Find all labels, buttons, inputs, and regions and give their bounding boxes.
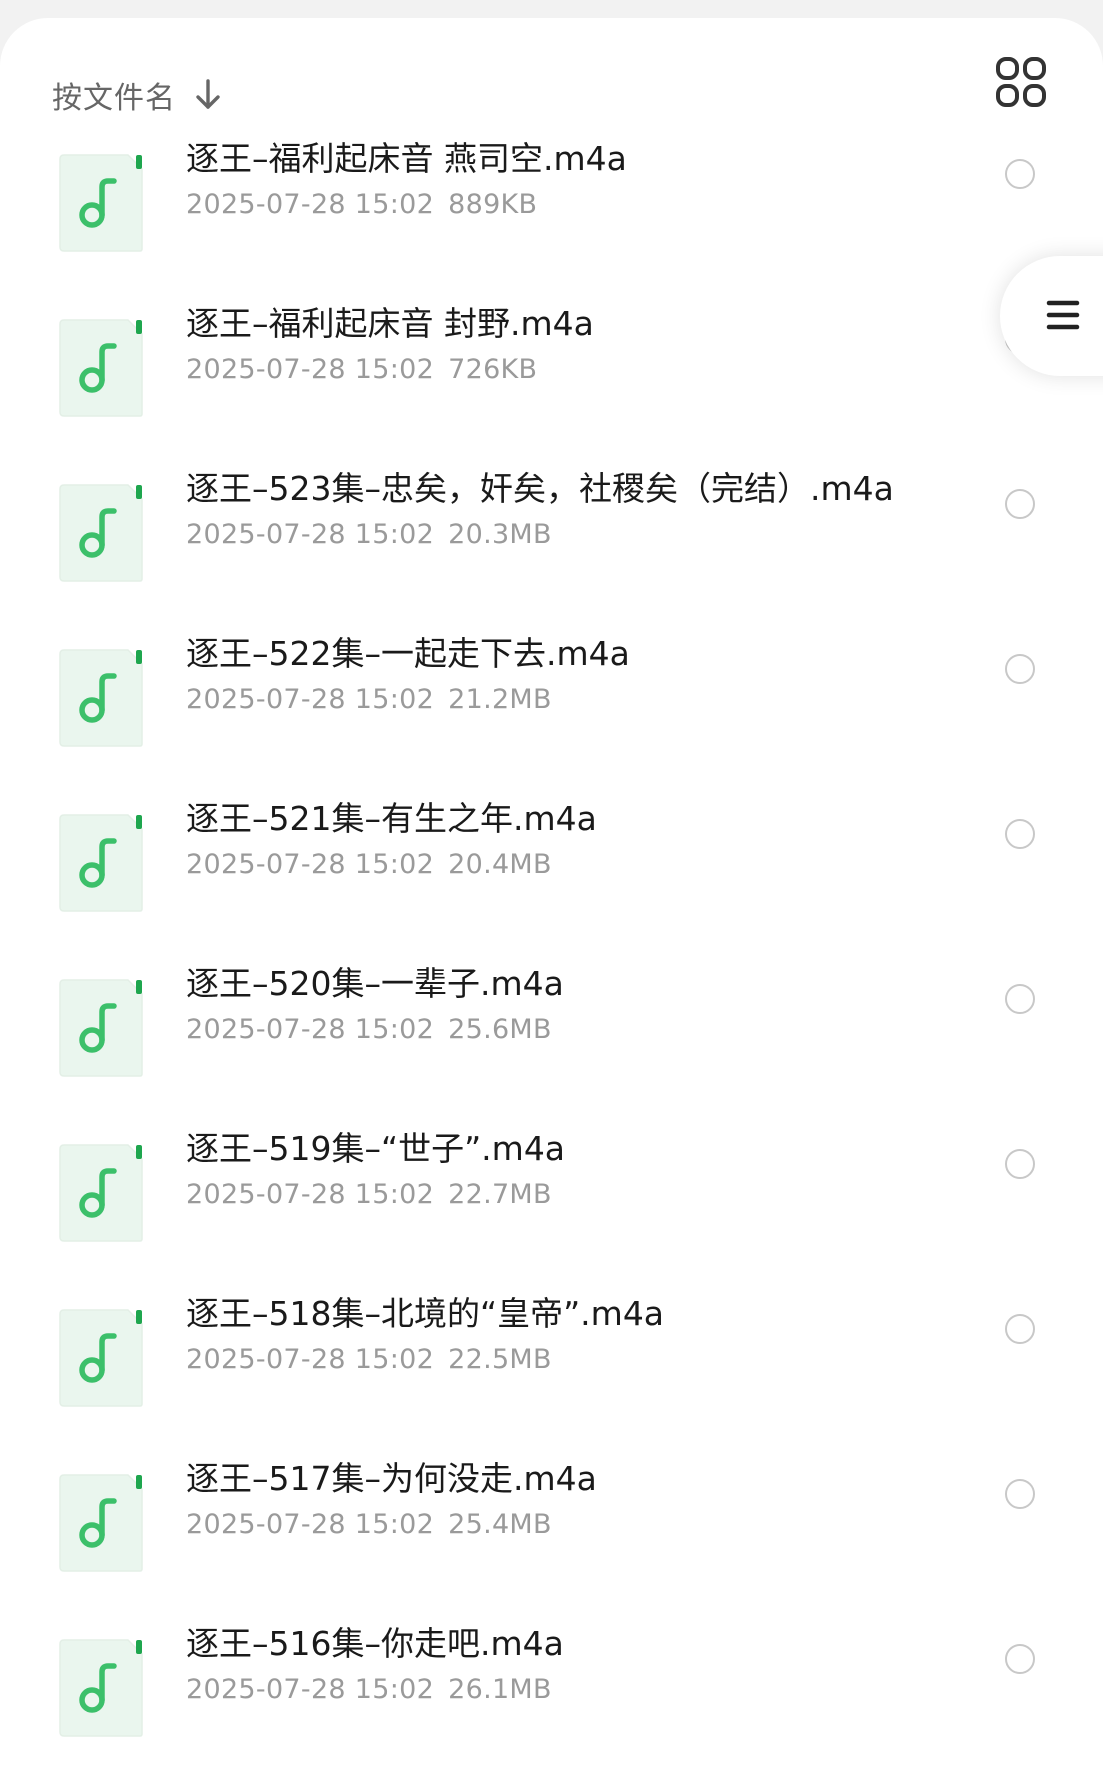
file-size: 20.4MB	[448, 849, 552, 880]
audio-file-icon	[58, 1473, 144, 1573]
select-checkbox[interactable]	[1005, 654, 1035, 684]
file-list-item[interactable]: 逐王–523集–忠矣，奸矣，社稷矣（完结）.m4a 2025-07-28 15:0…	[0, 467, 1103, 632]
grid-view-icon	[996, 57, 1046, 107]
file-meta: 2025-07-28 15:02 26.1MB	[186, 1672, 552, 1708]
file-list-item[interactable]: 逐王–福利起床音 燕司空.m4a 2025-07-28 15:02 889KB	[0, 137, 1103, 302]
menu-icon	[1046, 300, 1080, 330]
file-size: 22.7MB	[448, 1179, 552, 1210]
file-name: 逐王–516集–你走吧.m4a	[186, 1624, 564, 1663]
file-size: 25.6MB	[448, 1014, 552, 1045]
select-checkbox[interactable]	[1005, 1644, 1035, 1674]
select-checkbox[interactable]	[1005, 1479, 1035, 1509]
file-date: 2025-07-28 15:02	[186, 354, 435, 385]
select-checkbox[interactable]	[1005, 1149, 1035, 1179]
file-list-item[interactable]: 逐王–519集–“世子”.m4a 2025-07-28 15:02 22.7MB	[0, 1127, 1103, 1292]
arrow-down-icon	[194, 77, 222, 113]
file-name: 逐王–519集–“世子”.m4a	[186, 1129, 566, 1168]
file-name: 逐王–521集–有生之年.m4a	[186, 799, 597, 838]
file-date: 2025-07-28 15:02	[186, 1014, 435, 1045]
file-meta: 2025-07-28 15:02 889KB	[186, 187, 537, 223]
file-date: 2025-07-28 15:02	[186, 684, 435, 715]
file-meta: 2025-07-28 15:02 726KB	[186, 352, 537, 388]
file-meta: 2025-07-28 15:02 22.7MB	[186, 1177, 552, 1213]
file-meta: 2025-07-28 15:02 22.5MB	[186, 1342, 552, 1378]
file-date: 2025-07-28 15:02	[186, 1344, 435, 1375]
file-name: 逐王–518集–北境的“皇帝”.m4a	[186, 1294, 665, 1333]
file-name: 逐王–520集–一辈子.m4a	[186, 964, 564, 1003]
select-checkbox[interactable]	[1005, 489, 1035, 519]
file-list-item[interactable]: 逐王–福利起床音 封野.m4a 2025-07-28 15:02 726KB	[0, 302, 1103, 467]
select-checkbox[interactable]	[1005, 159, 1035, 189]
file-list-item[interactable]: 逐王–518集–北境的“皇帝”.m4a 2025-07-28 15:02 22.5M…	[0, 1292, 1103, 1457]
file-list-item[interactable]: 逐王–522集–一起走下去.m4a 2025-07-28 15:02 21.2MB	[0, 632, 1103, 797]
audio-file-icon	[58, 1638, 144, 1738]
file-date: 2025-07-28 15:02	[186, 1509, 435, 1540]
file-size: 726KB	[448, 354, 538, 385]
file-size: 25.4MB	[448, 1509, 552, 1540]
file-size: 21.2MB	[448, 684, 552, 715]
audio-file-icon	[58, 648, 144, 748]
file-meta: 2025-07-28 15:02 20.4MB	[186, 847, 552, 883]
file-date: 2025-07-28 15:02	[186, 189, 435, 220]
audio-file-icon	[58, 813, 144, 913]
file-size: 889KB	[448, 189, 538, 220]
sort-by-name-button[interactable]: 按文件名	[52, 60, 222, 130]
select-checkbox[interactable]	[1005, 984, 1035, 1014]
file-meta: 2025-07-28 15:02 25.6MB	[186, 1012, 552, 1048]
file-list-item[interactable]: 逐王–521集–有生之年.m4a 2025-07-28 15:02 20.4MB	[0, 797, 1103, 962]
file-name: 逐王–523集–忠矣，奸矣，社稷矣（完结）.m4a	[186, 469, 894, 508]
file-meta: 2025-07-28 15:02 25.4MB	[186, 1507, 552, 1543]
file-meta: 2025-07-28 15:02 21.2MB	[186, 682, 552, 718]
file-date: 2025-07-28 15:02	[186, 519, 435, 550]
audio-file-icon	[58, 978, 144, 1078]
audio-file-icon	[58, 1308, 144, 1408]
audio-file-icon	[58, 1143, 144, 1243]
audio-file-icon	[58, 483, 144, 583]
file-list-sheet: 按文件名 逐王–福利起床音 燕司空.m4a 2025-07-28 15:02 889…	[0, 18, 1103, 1767]
file-list-item[interactable]: 逐王–517集–为何没走.m4a 2025-07-28 15:02 25.4MB	[0, 1457, 1103, 1622]
file-name: 逐王–福利起床音 燕司空.m4a	[186, 139, 627, 178]
file-name: 逐王–522集–一起走下去.m4a	[186, 634, 630, 673]
file-name: 逐王–517集–为何没走.m4a	[186, 1459, 597, 1498]
audio-file-icon	[58, 153, 144, 253]
file-name: 逐王–福利起床音 封野.m4a	[186, 304, 594, 343]
file-meta: 2025-07-28 15:02 20.3MB	[186, 517, 552, 553]
file-size: 22.5MB	[448, 1344, 552, 1375]
sort-label: 按文件名	[52, 81, 176, 116]
file-date: 2025-07-28 15:02	[186, 1674, 435, 1705]
select-checkbox[interactable]	[1005, 819, 1035, 849]
file-size: 26.1MB	[448, 1674, 552, 1705]
audio-file-icon	[58, 318, 144, 418]
file-date: 2025-07-28 15:02	[186, 849, 435, 880]
file-size: 20.3MB	[448, 519, 552, 550]
grid-view-button[interactable]	[995, 56, 1047, 108]
file-list-item[interactable]: 逐王–520集–一辈子.m4a 2025-07-28 15:02 25.6MB	[0, 962, 1103, 1127]
select-checkbox[interactable]	[1005, 1314, 1035, 1344]
file-date: 2025-07-28 15:02	[186, 1179, 435, 1210]
file-list-item[interactable]: 逐王–516集–你走吧.m4a 2025-07-28 15:02 26.1MB	[0, 1622, 1103, 1767]
